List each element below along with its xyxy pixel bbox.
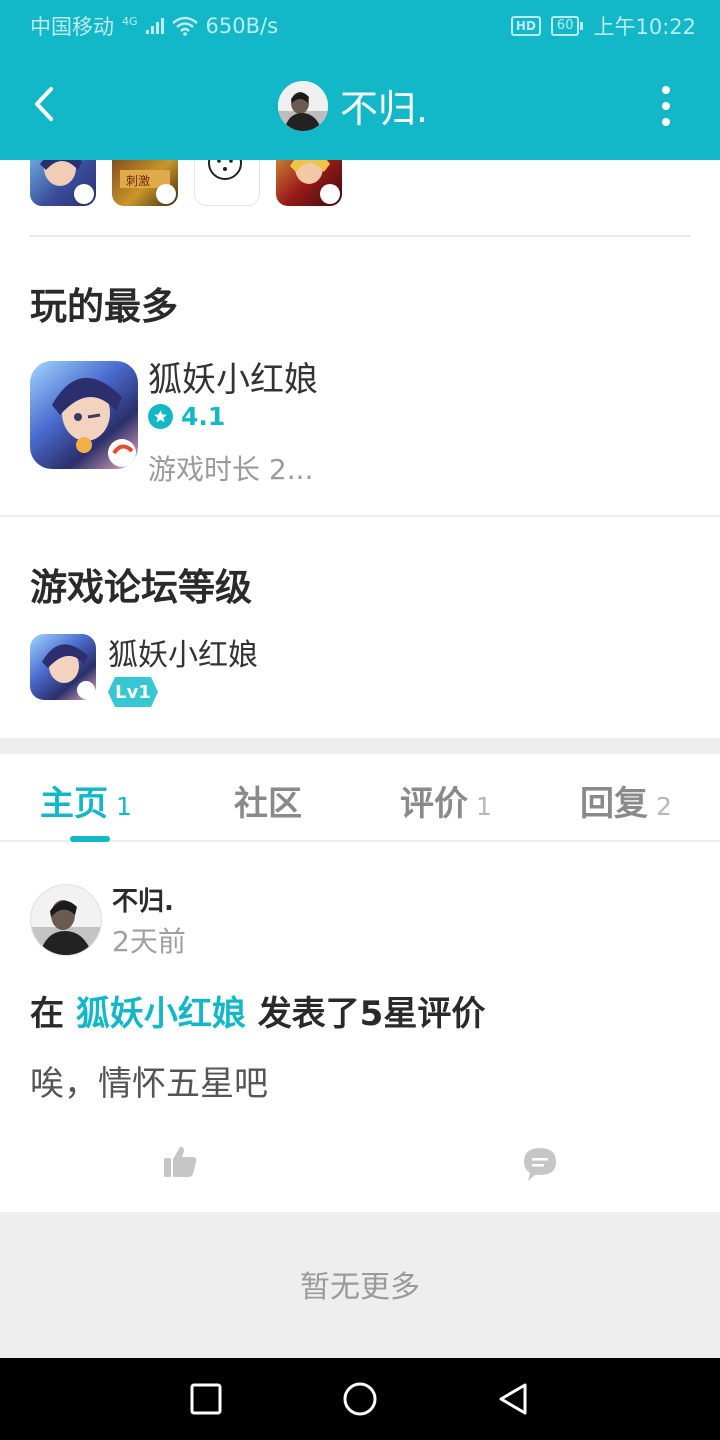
- status-left: 中国移动 4G 650B/s: [30, 11, 278, 41]
- most-played-game-icon[interactable]: [30, 361, 138, 469]
- tab-label: 主页: [40, 784, 108, 824]
- carrier-label: 中国移动: [30, 15, 114, 39]
- game-rating: 4.1: [148, 402, 225, 431]
- forum-game-icon[interactable]: [30, 634, 96, 700]
- battery-level: 60: [550, 16, 580, 36]
- back-triangle-icon: [499, 1383, 527, 1415]
- avatar[interactable]: [278, 80, 328, 131]
- system-nav-bar: [0, 1358, 720, 1440]
- game-icon-3[interactable]: [194, 160, 260, 206]
- tab-label: 评价: [400, 784, 468, 824]
- post-body: 唉，情怀五星吧: [30, 1064, 268, 1104]
- svg-text:刺激: 刺激: [126, 174, 150, 188]
- game-icon-1[interactable]: [30, 160, 96, 206]
- signal-icon: [145, 18, 164, 34]
- tab-count: 1: [476, 792, 492, 821]
- most-played-game-name[interactable]: 狐妖小红娘: [148, 352, 318, 401]
- tab-count: 2: [656, 792, 672, 821]
- headline-game-link[interactable]: 狐妖小红娘: [76, 994, 246, 1034]
- status-right: HD 60 上午10:22: [510, 11, 696, 41]
- post-avatar[interactable]: [30, 884, 102, 956]
- more-button[interactable]: [652, 86, 680, 126]
- tab-count: 1: [116, 792, 132, 821]
- games-strip: 刺激: [30, 160, 342, 206]
- section-title-forum-level: 游戏论坛等级: [30, 566, 252, 609]
- section-gap: [0, 738, 720, 754]
- header-profile[interactable]: 不归.: [278, 78, 428, 133]
- tab-community[interactable]: 社区: [234, 776, 302, 825]
- tab-home[interactable]: 主页 1: [40, 776, 132, 825]
- battery-icon: 60: [550, 16, 584, 36]
- back-arrow-icon: [35, 87, 53, 121]
- system-back-button[interactable]: [490, 1376, 536, 1422]
- app-header: 不归.: [0, 50, 720, 160]
- home-icon: [343, 1382, 377, 1416]
- tab-bar: 主页 1 社区 评价 1 回复 2: [0, 754, 720, 842]
- recent-apps-button[interactable]: [183, 1376, 229, 1422]
- tab-label: 社区: [234, 784, 302, 824]
- post-timestamp: 2天前: [112, 925, 186, 958]
- level-badge: Lv1: [108, 677, 158, 707]
- home-button[interactable]: [337, 1376, 383, 1422]
- tab-reviews[interactable]: 评价 1: [400, 776, 492, 825]
- like-button[interactable]: [160, 1142, 200, 1182]
- net-speed: 650B/s: [205, 14, 279, 38]
- wifi-icon: [171, 16, 198, 36]
- back-button[interactable]: [24, 80, 64, 128]
- rating-value: 4.1: [181, 402, 226, 431]
- active-tab-indicator: [70, 836, 110, 842]
- page-title: 不归.: [340, 87, 429, 131]
- more-vertical-icon: [662, 86, 670, 94]
- comment-button[interactable]: [520, 1144, 560, 1184]
- section-title-most-played: 玩的最多: [30, 285, 178, 328]
- game-icon-2[interactable]: 刺激: [112, 160, 178, 206]
- headline-suffix: 发表了5星评价: [257, 994, 486, 1034]
- thumbs-up-icon: [164, 1146, 197, 1177]
- status-bar: 中国移动 4G 650B/s HD 60 上午10:22: [0, 0, 720, 50]
- star-icon: [148, 404, 173, 429]
- comment-icon: [524, 1148, 556, 1181]
- play-time: 游戏时长 2...: [148, 453, 314, 486]
- post-username[interactable]: 不归.: [112, 881, 174, 918]
- tencent-badge-icon: [74, 184, 94, 204]
- post-headline: 在 狐妖小红娘 发表了5星评价: [30, 986, 485, 1035]
- clock: 上午10:22: [593, 15, 696, 39]
- recent-apps-icon: [190, 1383, 222, 1415]
- no-more-label: 暂无更多: [300, 1270, 420, 1305]
- divider: [0, 515, 720, 517]
- network-type: 4G: [122, 14, 138, 28]
- game-icon-4[interactable]: [276, 160, 342, 206]
- tencent-badge-icon: [156, 184, 176, 204]
- tab-label: 回复: [580, 784, 648, 824]
- tab-replies[interactable]: 回复 2: [580, 776, 672, 825]
- divider: [30, 235, 690, 237]
- headline-prefix: 在: [30, 994, 64, 1034]
- tencent-badge-icon: [320, 184, 340, 204]
- forum-game-name[interactable]: 狐妖小红娘: [108, 630, 258, 674]
- hd-badge: HD: [510, 16, 541, 36]
